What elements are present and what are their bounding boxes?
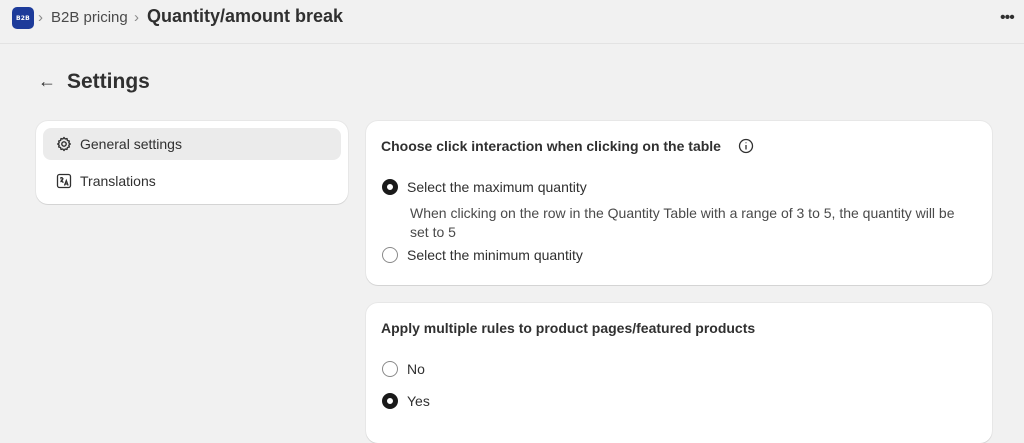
radio-minimum-quantity[interactable] (382, 247, 398, 263)
info-icon[interactable] (738, 138, 754, 154)
breadcrumb-app-link[interactable]: B2B pricing (51, 9, 128, 26)
more-actions-button[interactable]: ••• (1000, 8, 1022, 28)
nav-item-translations[interactable]: Translations (43, 165, 341, 197)
radio-label-no[interactable]: No (407, 361, 425, 377)
nav-item-general-settings[interactable]: General settings (43, 128, 341, 160)
maximum-quantity-help-text: When clicking on the row in the Quantity… (410, 205, 955, 240)
radio-maximum-quantity[interactable] (382, 179, 398, 195)
nav-label-translations: Translations (80, 173, 156, 189)
settings-nav: General settings Translations (36, 121, 348, 204)
radio-yes[interactable] (382, 393, 398, 409)
radio-no[interactable] (382, 361, 398, 377)
page-title: Settings (67, 70, 150, 93)
click-interaction-card: Choose click interaction when clicking o… (366, 121, 992, 285)
translate-icon (56, 173, 72, 189)
back-arrow-icon[interactable]: ← (38, 70, 60, 92)
app-logo[interactable]: B2B (12, 7, 34, 29)
nav-label-general-settings: General settings (80, 136, 182, 152)
multiple-rules-card: Apply multiple rules to product pages/fe… (366, 303, 992, 443)
breadcrumb-separator: › (38, 9, 43, 26)
breadcrumb-current: Quantity/amount break (147, 6, 344, 26)
app-logo-text: B2B (16, 14, 30, 22)
click-interaction-title: Choose click interaction when clicking o… (381, 138, 721, 154)
gear-icon (57, 136, 71, 152)
breadcrumb-separator: › (134, 9, 139, 26)
top-bar: B2B › B2B pricing › Quantity/amount brea… (0, 0, 1024, 44)
radio-label-minimum-quantity[interactable]: Select the minimum quantity (407, 247, 583, 263)
multiple-rules-title: Apply multiple rules to product pages/fe… (381, 320, 756, 336)
radio-label-maximum-quantity[interactable]: Select the maximum quantity (407, 179, 587, 195)
radio-label-yes[interactable]: Yes (407, 393, 430, 409)
